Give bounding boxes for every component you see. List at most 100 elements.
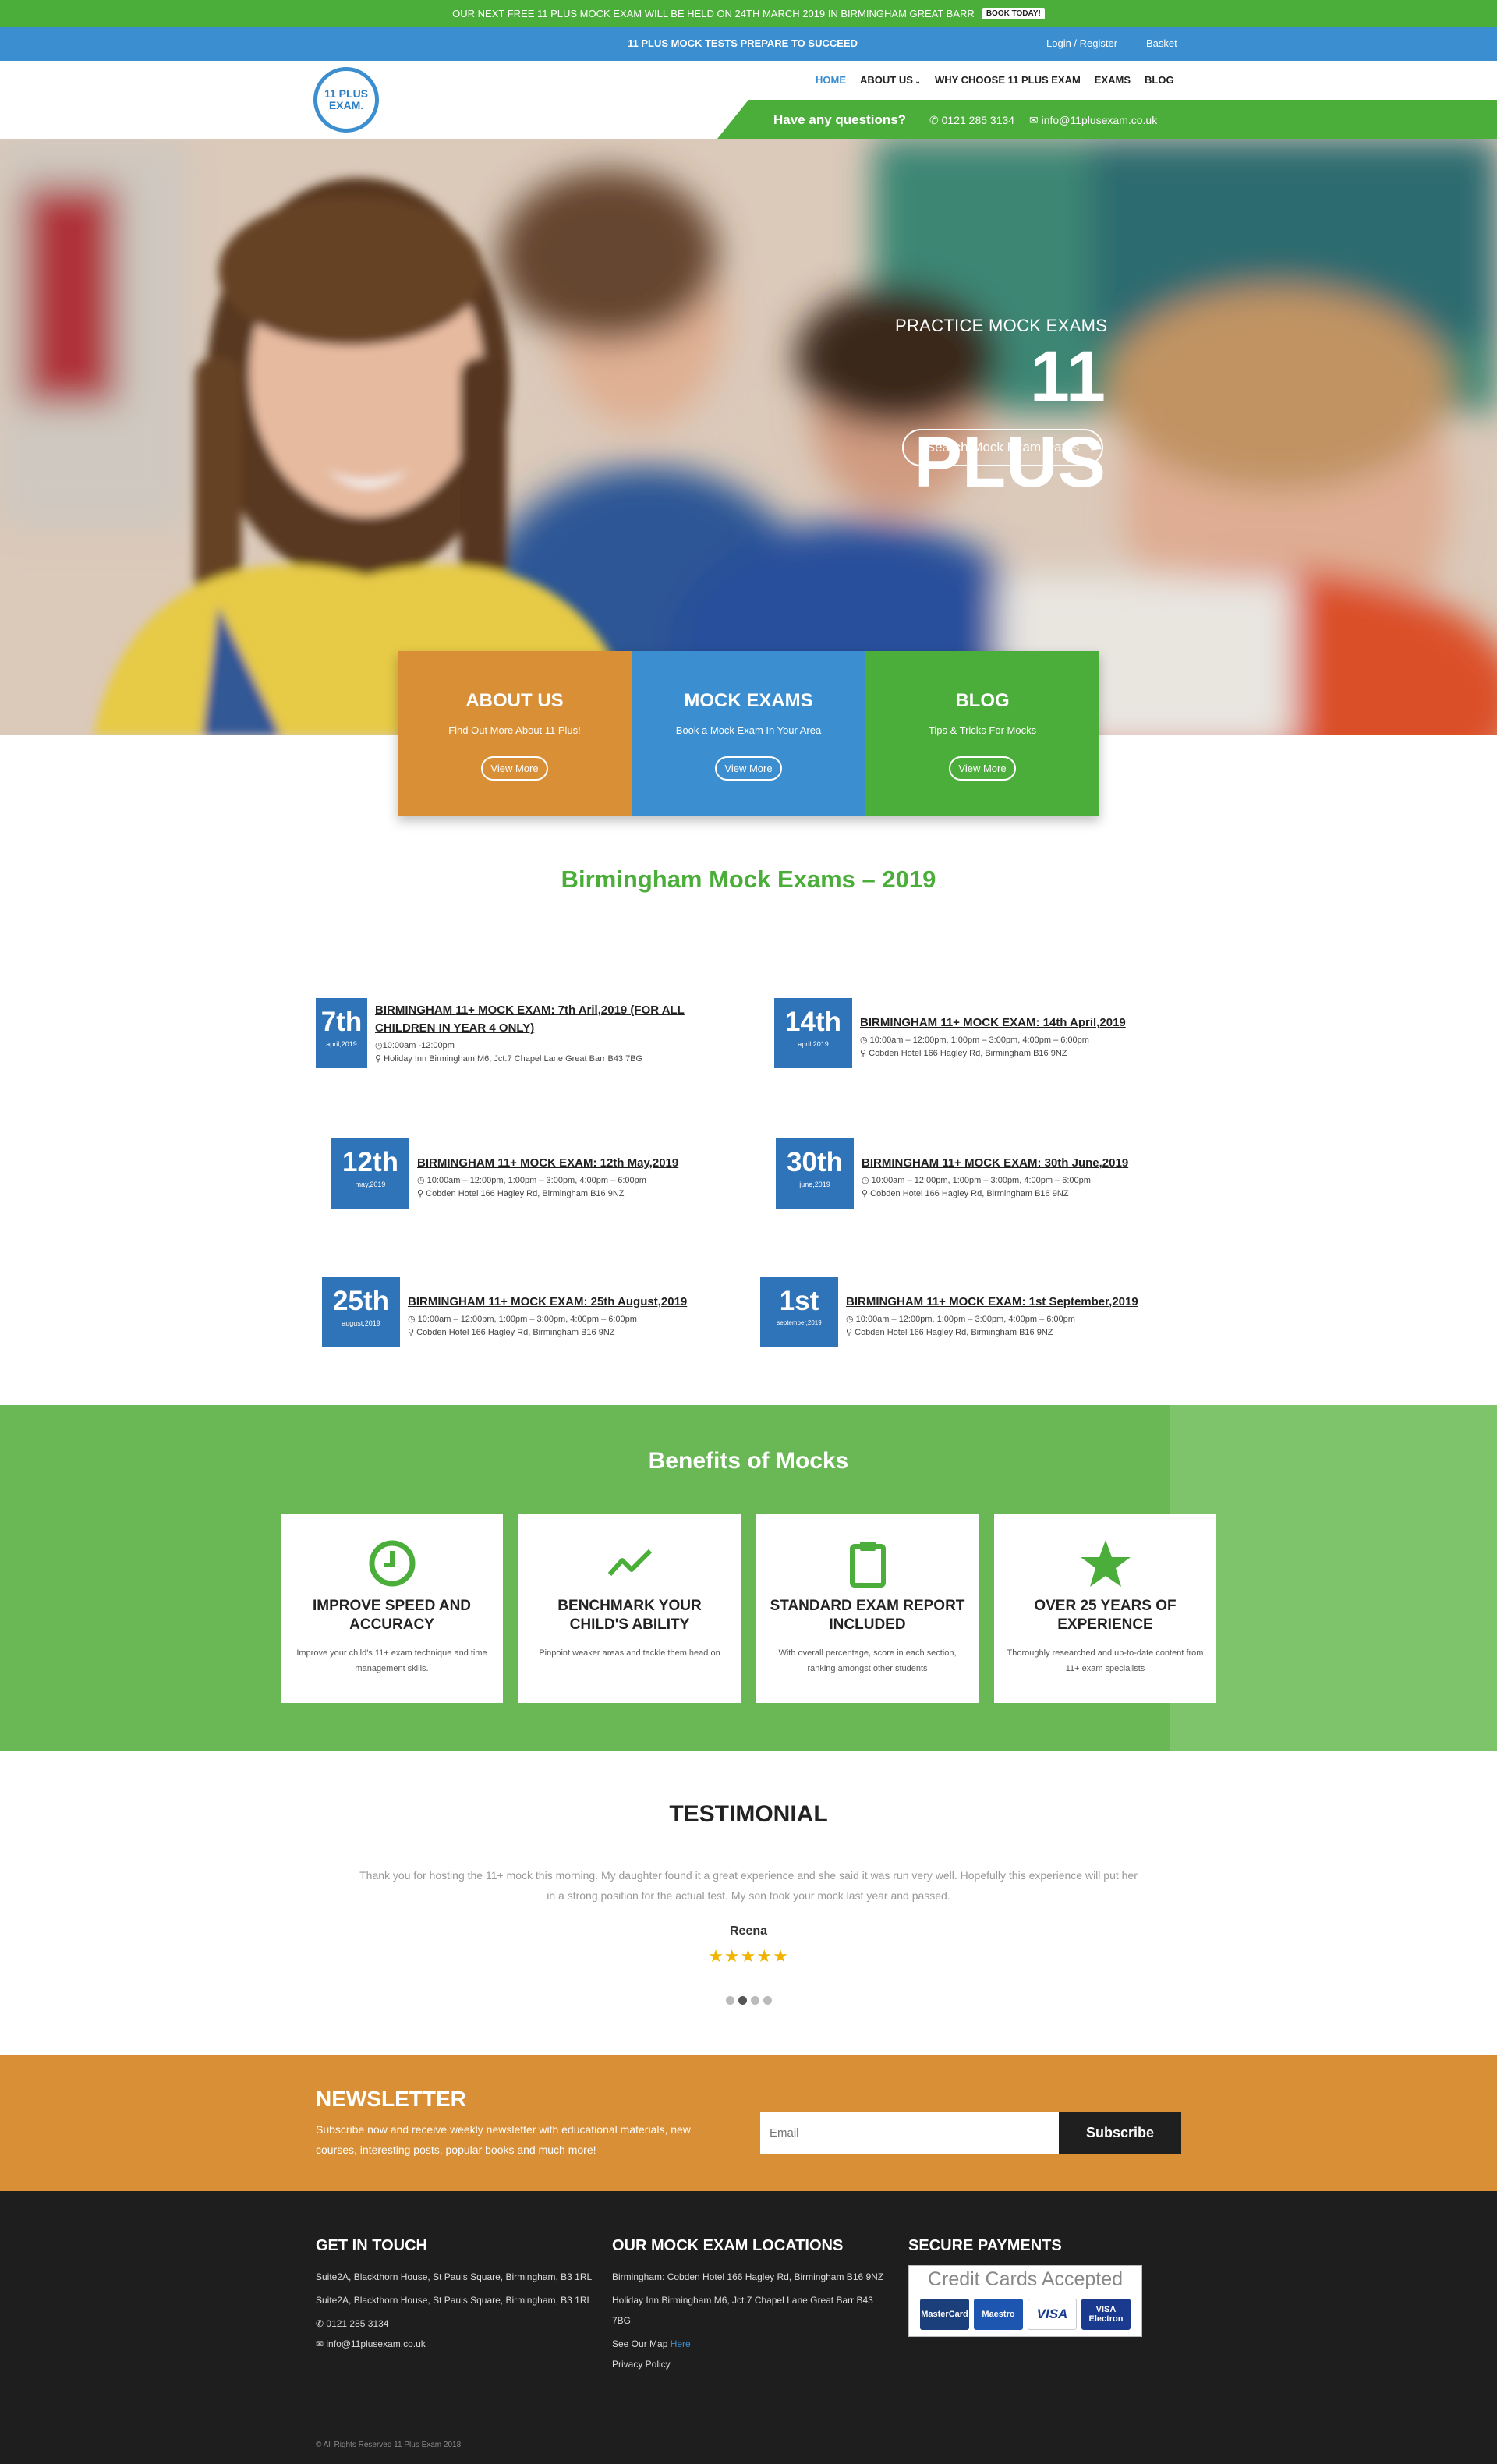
book-today-button[interactable]: BOOK TODAY! xyxy=(982,7,1045,19)
search-mock-dates-button[interactable]: Search Mock Exam Dates xyxy=(902,429,1103,466)
visa-logo: VISA xyxy=(1028,2299,1077,2330)
event-time-text: 10:00am – 12:00pm, 1:00pm – 3:00pm, 4:00… xyxy=(426,1176,646,1185)
nav-about-us[interactable]: ABOUT US ⌄ xyxy=(860,74,921,86)
date-badge: 12th may,2019 xyxy=(331,1138,409,1209)
benefit-text: With overall percentage, score in each s… xyxy=(778,1648,957,1673)
carousel-dot[interactable] xyxy=(750,1996,759,2005)
card-logos: MasterCard Maestro VISA VISA Electron xyxy=(909,2299,1141,2330)
nav-blog[interactable]: BLOG xyxy=(1145,74,1174,86)
phone-icon: ✆ xyxy=(929,114,942,126)
logo-line-2: EXAM. xyxy=(328,99,364,112)
event-time-text: 10:00am – 12:00pm, 1:00pm – 3:00pm, 4:00… xyxy=(869,1036,1089,1045)
benefit-title-line-2: ACCURACY xyxy=(349,1616,434,1633)
promo-text: OUR NEXT FREE 11 PLUS MOCK EXAM WILL BE … xyxy=(452,7,975,19)
nav-exams[interactable]: EXAMS xyxy=(1095,74,1131,86)
see-map-text: See Our Map xyxy=(612,2338,668,2349)
event-month: august,2019 xyxy=(342,1319,380,1327)
benefit-text: Improve your child's 11+ exam technique … xyxy=(296,1648,487,1673)
clock-icon: ◷ xyxy=(862,1176,872,1185)
testimonial-section: TESTIMONIAL Thank you for hosting the 11… xyxy=(0,1801,1497,2005)
footer-heading: OUR MOCK EXAM LOCATIONS xyxy=(612,2237,844,2254)
event-title-link[interactable]: BIRMINGHAM 11+ MOCK EXAM: 14th April,201… xyxy=(860,1016,1126,1029)
star-rating: ★★★★★ xyxy=(708,1946,789,1966)
footer-email-link[interactable]: info@11plusexam.co.uk xyxy=(326,2338,425,2349)
map-pin-icon: ⚲ xyxy=(375,1054,384,1064)
address-1: Suite2A, Blackthorn House, St Pauls Squa… xyxy=(316,2271,593,2282)
footer-email: ✉ info@11plusexam.co.uk xyxy=(316,2334,596,2354)
basket-link[interactable]: Basket xyxy=(1146,37,1177,49)
carousel-dot-active[interactable] xyxy=(738,1996,747,2005)
site-header: 11 PLUS EXAM. HOME ABOUT US ⌄ WHY CHOOSE … xyxy=(0,61,1497,139)
maestro-logo: Maestro xyxy=(974,2299,1023,2330)
hero-banner: PRACTICE MOCK EXAMS 11 PLUS Search Mock … xyxy=(0,139,1497,735)
mock-exams-view-more-button[interactable]: View More xyxy=(715,756,782,781)
clock-icon: ◷ xyxy=(846,1315,856,1324)
main-nav: HOME ABOUT US ⌄ WHY CHOOSE 11 PLUS EXAM … xyxy=(816,74,1174,86)
about-view-more-button[interactable]: View More xyxy=(481,756,548,781)
date-badge: 14th april,2019 xyxy=(774,998,852,1068)
event-month: june,2019 xyxy=(799,1181,830,1188)
email-link[interactable]: ✉ info@11plusexam.co.uk xyxy=(1029,114,1157,127)
phone-link[interactable]: ✆ 0121 285 3134 xyxy=(929,114,1014,127)
benefit-title: OVER 25 YEARS OF EXPERIENCE xyxy=(1007,1597,1204,1634)
event-item: 12th may,2019 BIRMINGHAM 11+ MOCK EXAM: 1… xyxy=(331,1138,678,1209)
tagline: 11 PLUS MOCK TESTS PREPARE TO SUCCEED xyxy=(628,37,858,49)
map-link[interactable]: Here xyxy=(671,2338,691,2349)
event-location-text: Cobden Hotel 166 Hagley Rd, Birmingham B… xyxy=(855,1328,1053,1337)
hero-title: 11 PLUS xyxy=(914,337,1106,502)
event-item: 30th june,2019 BIRMINGHAM 11+ MOCK EXAM: … xyxy=(776,1138,1128,1209)
envelope-icon: ✉ xyxy=(1029,114,1042,126)
benefit-title-line-1: OVER 25 YEARS OF xyxy=(1034,1598,1177,1614)
testimonial-author: Reena xyxy=(729,1924,768,1938)
event-title-link[interactable]: BIRMINGHAM 11+ MOCK EXAM: 1st September,… xyxy=(846,1295,1138,1308)
mastercard-logo: MasterCard xyxy=(920,2299,969,2330)
tile-title: MOCK EXAMS xyxy=(684,690,813,711)
visa-electron-logo: VISA Electron xyxy=(1081,2299,1131,2330)
event-location: ⚲ Holiday Inn Birmingham M6, Jct.7 Chape… xyxy=(375,1053,685,1064)
event-title-link[interactable]: BIRMINGHAM 11+ MOCK EXAM: 12th May,2019 xyxy=(417,1156,678,1170)
benefit-title-line-1: BENCHMARK YOUR xyxy=(557,1598,702,1614)
blog-view-more-button[interactable]: View More xyxy=(949,756,1016,781)
event-title-link[interactable]: BIRMINGHAM 11+ MOCK EXAM: 30th June,2019 xyxy=(862,1156,1128,1170)
tile-mock-exams: MOCK EXAMS Book a Mock Exam In Your Area… xyxy=(632,651,865,816)
footer-get-in-touch: GET IN TOUCH Suite2A, Blackthorn House, … xyxy=(316,2236,596,2354)
event-item: 14th april,2019 BIRMINGHAM 11+ MOCK EXAM:… xyxy=(774,998,1126,1068)
event-location: ⚲ Cobden Hotel 166 Hagley Rd, Birmingham… xyxy=(408,1327,687,1337)
feature-tiles: ABOUT US Find Out More About 11 Plus! Vi… xyxy=(398,651,1099,816)
carousel-dot[interactable] xyxy=(725,1996,734,2005)
contact-bar: Have any questions? ✆ 0121 285 3134 ✉ in… xyxy=(717,100,1497,139)
footer-heading: SECURE PAYMENTS xyxy=(908,2237,1062,2254)
carousel-dot[interactable] xyxy=(763,1996,772,2005)
subscribe-button[interactable]: Subscribe xyxy=(1059,2112,1181,2154)
clock-icon xyxy=(369,1540,415,1587)
date-badge: 1st september,2019 xyxy=(760,1277,838,1347)
event-time: ◷ 10:00am – 12:00pm, 1:00pm – 3:00pm, 4:… xyxy=(860,1035,1126,1045)
newsletter-text: Subscribe now and receive weekly newslet… xyxy=(316,2123,691,2156)
clipboard-icon xyxy=(849,1542,886,1588)
event-month: may,2019 xyxy=(355,1181,386,1188)
event-location: ⚲ Cobden Hotel 166 Hagley Rd, Birmingham… xyxy=(862,1188,1128,1198)
address-2: Suite2A, Blackthorn House, St Pauls Squa… xyxy=(316,2295,593,2306)
exams-section-title: Birmingham Mock Exams – 2019 xyxy=(561,866,936,893)
event-title-link[interactable]: BIRMINGHAM 11+ MOCK EXAM: 25th August,20… xyxy=(408,1295,687,1308)
benefit-cards: IMPROVE SPEED AND ACCURACY Improve your c… xyxy=(281,1514,1216,1703)
nav-why-choose[interactable]: WHY CHOOSE 11 PLUS EXAM xyxy=(935,74,1081,86)
newsletter-email-input[interactable] xyxy=(760,2112,1059,2154)
event-time: ◷ 10:00am – 12:00pm, 1:00pm – 3:00pm, 4:… xyxy=(862,1175,1128,1185)
event-item: 1st september,2019 BIRMINGHAM 11+ MOCK EX… xyxy=(760,1277,1138,1347)
privacy-policy-link[interactable]: Privacy Policy xyxy=(612,2359,671,2370)
event-time: ◷ 10:00am – 12:00pm, 1:00pm – 3:00pm, 4:… xyxy=(846,1314,1138,1324)
benefits-title: Benefits of Mocks xyxy=(648,1448,849,1474)
promo-bar: OUR NEXT FREE 11 PLUS MOCK EXAM WILL BE … xyxy=(0,0,1497,27)
event-title-link[interactable]: BIRMINGHAM 11+ MOCK EXAM: 7th Aril,2019 … xyxy=(375,1004,685,1035)
nav-home[interactable]: HOME xyxy=(816,74,846,86)
login-register-link[interactable]: Login / Register xyxy=(1046,37,1117,49)
event-time-text: 10:00am – 12:00pm, 1:00pm – 3:00pm, 4:00… xyxy=(417,1315,637,1324)
location-1: Birmingham: Cobden Hotel 166 Hagley Rd, … xyxy=(612,2271,884,2282)
testimonial-title: TESTIMONIAL xyxy=(669,1801,828,1827)
utility-bar: 11 PLUS MOCK TESTS PREPARE TO SUCCEED Lo… xyxy=(0,27,1497,61)
site-logo[interactable]: 11 PLUS EXAM. xyxy=(313,67,379,133)
map-pin-icon: ⚲ xyxy=(862,1189,871,1198)
benefit-title-line-2: EXPERIENCE xyxy=(1057,1616,1153,1633)
copyright: © All Rights Reserved 11 Plus Exam 2018 xyxy=(316,2441,462,2449)
